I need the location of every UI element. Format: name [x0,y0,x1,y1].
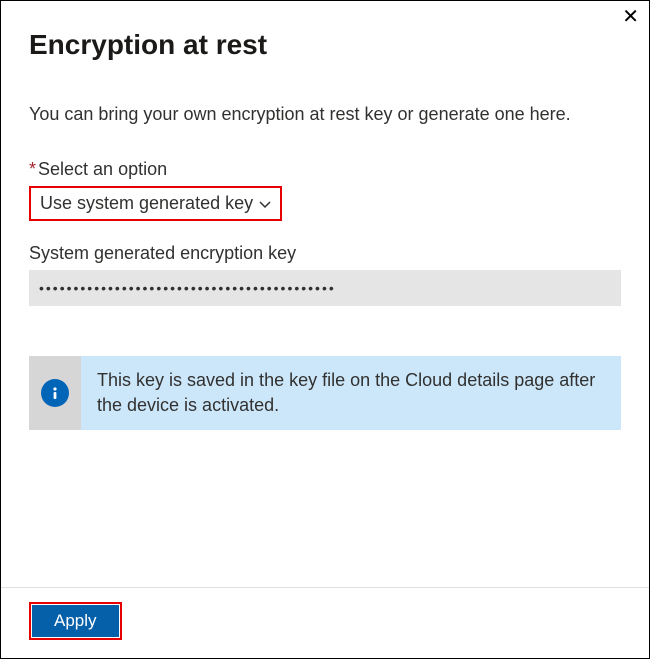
dialog-title: Encryption at rest [29,29,621,61]
chevron-down-icon [259,193,271,214]
dialog-content: Encryption at rest You can bring your ow… [1,1,649,430]
encryption-key-label: System generated encryption key [29,243,621,264]
dialog-footer: Apply [1,587,649,658]
apply-button[interactable]: Apply [32,605,119,637]
info-icon-column [29,356,81,430]
select-label-text: Select an option [38,159,167,179]
info-banner-text: This key is saved in the key file on the… [81,356,621,430]
required-indicator: * [29,159,36,179]
dialog-description: You can bring your own encryption at res… [29,101,621,127]
dropdown-highlight: Use system generated key [29,186,282,221]
select-option-label: *Select an option [29,159,621,180]
close-icon[interactable]: ✕ [622,7,639,27]
encryption-key-field[interactable] [29,270,621,306]
encryption-option-dropdown[interactable]: Use system generated key [32,189,279,218]
dropdown-selected-value: Use system generated key [40,193,253,214]
info-banner: This key is saved in the key file on the… [29,356,621,430]
apply-highlight: Apply [29,602,122,640]
info-icon [41,379,69,407]
